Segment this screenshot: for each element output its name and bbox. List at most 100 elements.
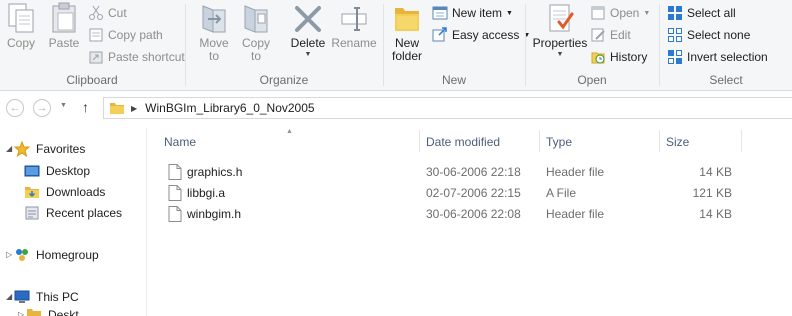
select-none-label: Select none [687, 28, 751, 42]
expand-arrow-icon[interactable]: ▷ [18, 310, 24, 316]
copy-icon [8, 3, 34, 33]
column-divider[interactable] [659, 130, 660, 152]
file-list: ▲ Name Date modified Type Size graphics.… [148, 128, 792, 316]
rename-icon [341, 7, 367, 31]
nav-item-favorites[interactable]: Favorites [14, 139, 85, 159]
select-all-button[interactable]: Select all [667, 3, 736, 23]
properties-label: Properties [532, 36, 588, 50]
copy-path-button[interactable]: Copy path [88, 25, 163, 45]
move-to-button[interactable]: Move to [196, 2, 232, 63]
file-type: Header file [546, 164, 605, 179]
history-button[interactable]: History [590, 47, 647, 67]
file-name-cell: winbgim.h [168, 203, 241, 224]
clipboard-group-label: Clipboard [66, 73, 118, 87]
file-date: 30-06-2006 22:18 [426, 164, 521, 179]
file-type: A File [546, 185, 577, 200]
file-name[interactable]: libbgi.a [187, 186, 225, 200]
address-bar[interactable]: ▶ WinBGIm_Library6_0_Nov2005 [103, 97, 792, 119]
file-name-cell: libbgi.a [168, 182, 225, 203]
select-all-label: Select all [687, 6, 736, 20]
table-row[interactable]: libbgi.a 02-07-2006 22:15 A File 121 KB [148, 182, 792, 203]
paste-label: Paste [48, 36, 80, 50]
collapse-arrow-icon[interactable]: ◢ [6, 144, 12, 153]
nav-item-homegroup[interactable]: Homegroup [14, 245, 99, 265]
file-icon [168, 163, 182, 180]
paste-icon [52, 2, 76, 33]
back-button[interactable]: ← [6, 99, 24, 117]
column-header-size[interactable]: Size [666, 128, 746, 155]
invert-selection-button[interactable]: Invert selection [667, 47, 768, 67]
paste-shortcut-button[interactable]: Paste shortcut [88, 47, 185, 67]
copy-label: Copy [6, 36, 35, 50]
file-name[interactable]: winbgim.h [187, 207, 241, 221]
ribbon: Copy Paste Cut Copy path Paste shortcut … [0, 0, 792, 91]
new-folder-label-2: folder [391, 49, 423, 63]
edit-button[interactable]: Edit [590, 25, 631, 45]
chevron-down-icon: ▼ [556, 51, 564, 58]
collapse-arrow-icon[interactable]: ◢ [6, 292, 12, 301]
homegroup-icon [16, 249, 28, 261]
nav-item-label: This PC [36, 290, 79, 304]
move-to-label-2: to [208, 49, 219, 63]
nav-item-desktop[interactable]: Desktop [24, 161, 90, 181]
properties-icon [549, 4, 574, 32]
column-divider[interactable] [741, 130, 742, 152]
file-size: 121 KB [692, 185, 732, 200]
up-button[interactable]: ↑ [82, 99, 89, 115]
table-row[interactable]: graphics.h 30-06-2006 22:18 Header file … [148, 161, 792, 182]
nav-item-recent-places[interactable]: Recent places [24, 203, 122, 223]
paste-button[interactable]: Paste [44, 2, 84, 50]
folder-icon [110, 103, 124, 114]
new-folder-button[interactable]: New folder [388, 2, 426, 63]
open-button[interactable]: Open ▼ [590, 3, 650, 23]
copy-button[interactable]: Copy [4, 2, 38, 50]
navigation-bar: ← → ▼ ↑ ▶ WinBGIm_Library6_0_Nov2005 [0, 92, 792, 124]
nav-item-label: Desktop [46, 164, 91, 178]
file-type: Header file [546, 206, 605, 221]
column-divider[interactable] [539, 130, 540, 152]
select-all-icon [668, 6, 682, 20]
cut-button[interactable]: Cut [88, 3, 127, 23]
copy-to-button[interactable]: Copy to [238, 2, 274, 63]
scissors-icon [89, 5, 103, 20]
rename-button[interactable]: Rename [330, 2, 378, 50]
expand-arrow-icon[interactable]: ▷ [6, 250, 12, 259]
forward-button[interactable]: → [33, 99, 51, 117]
folder-icon [27, 309, 41, 316]
navigation-pane: ◢ Favorites Desktop Downloads Recent pla… [0, 128, 147, 316]
edit-icon [591, 28, 605, 42]
breadcrumb[interactable]: WinBGIm_Library6_0_Nov2005 [145, 101, 314, 115]
file-name[interactable]: graphics.h [187, 165, 242, 179]
column-header-type[interactable]: Type [546, 128, 656, 155]
nav-item-label: Homegroup [36, 248, 99, 262]
file-size: 14 KB [699, 164, 732, 179]
desktop-icon [24, 165, 40, 177]
star-icon [14, 141, 30, 157]
column-header-label: Size [666, 134, 690, 149]
column-header-date-modified[interactable]: Date modified [426, 128, 536, 155]
open-group-label: Open [577, 73, 607, 87]
recent-locations-button[interactable]: ▼ [60, 102, 67, 109]
table-row[interactable]: winbgim.h 30-06-2006 22:08 Header file 1… [148, 203, 792, 224]
downloads-folder-icon [25, 187, 39, 198]
copy-path-label: Copy path [108, 28, 163, 42]
properties-button[interactable]: Properties ▼ [530, 2, 590, 59]
column-header-name[interactable]: Name [164, 128, 414, 155]
select-none-button[interactable]: Select none [667, 25, 750, 45]
new-group-label: New [441, 73, 466, 87]
invert-selection-icon [668, 50, 682, 64]
nav-item-desktop-partial[interactable]: Deskt [26, 306, 79, 316]
chevron-down-icon: ▼ [643, 9, 651, 17]
new-item-button[interactable]: New item ▼ [432, 3, 513, 23]
nav-item-downloads[interactable]: Downloads [24, 182, 105, 202]
nav-item-this-pc[interactable]: This PC [14, 287, 79, 307]
column-divider[interactable] [419, 130, 420, 152]
easy-access-button[interactable]: Easy access ▼ [432, 25, 530, 45]
clipboard-group: Copy Paste Cut Copy path Paste shortcut … [0, 0, 185, 91]
open-icon [591, 6, 605, 20]
cut-label: Cut [108, 6, 127, 20]
computer-icon [14, 290, 30, 303]
file-icon [168, 184, 182, 201]
edit-label: Edit [610, 28, 631, 42]
delete-button[interactable]: Delete ▼ [288, 2, 328, 59]
